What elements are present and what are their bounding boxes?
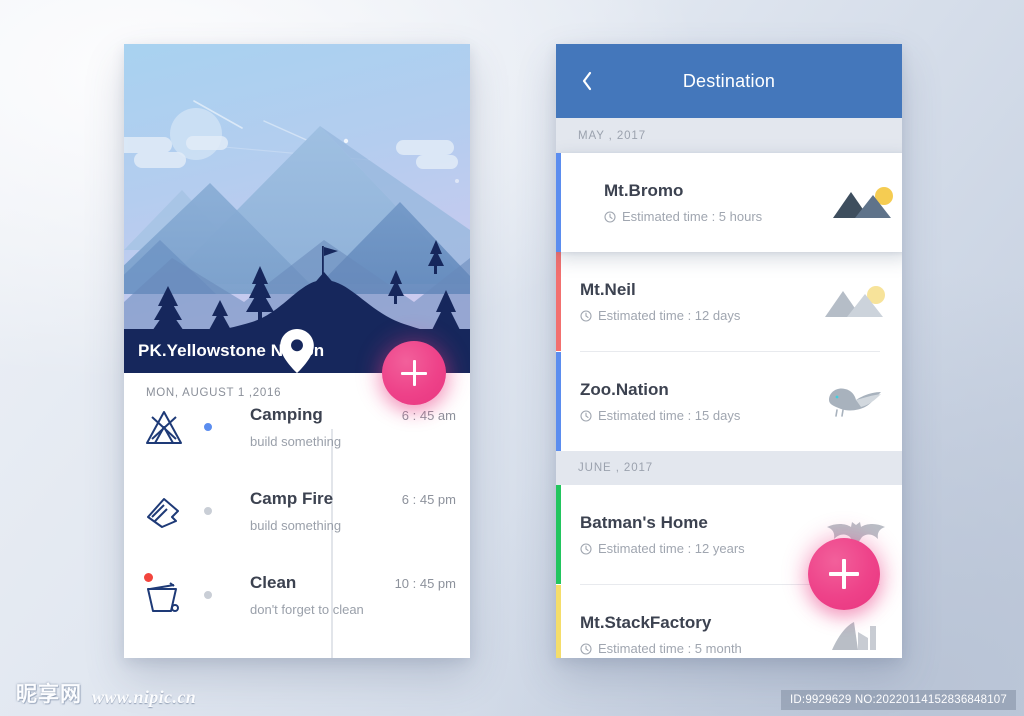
back-button[interactable] — [570, 44, 604, 118]
timeline-time: 6 : 45 pm — [401, 492, 456, 507]
timeline-subtitle: don't forget to clean — [250, 602, 364, 617]
timeline-row-clean[interactable]: Clean 10 : 45 pm don't forget to clean — [124, 567, 470, 651]
category-color-bar — [556, 252, 561, 351]
destination-estimate: Estimated time : 5 hours — [622, 209, 763, 224]
plus-icon — [412, 360, 416, 386]
mountain-sun-icon — [818, 186, 902, 220]
chevron-left-icon — [582, 71, 592, 91]
timeline-dot — [202, 505, 214, 517]
trash-bin-icon — [142, 567, 200, 615]
timeline-row-camping[interactable]: Camping 6 : 45 am build something — [124, 399, 470, 483]
destination-header: Destination — [556, 44, 902, 118]
image-id-bar: ID:9929629 NO:20220114152836848107 — [781, 690, 1016, 710]
mountain-sun-light-icon — [810, 285, 902, 319]
campfire-icon — [142, 483, 200, 531]
destination-estimate: Estimated time : 12 years — [598, 541, 745, 556]
clock-icon — [604, 210, 616, 223]
timeline-row-camp-fire[interactable]: Camp Fire 6 : 45 pm build something — [124, 483, 470, 567]
destination-name: Mt.Neil — [580, 280, 636, 299]
plus-icon — [842, 559, 846, 589]
watermark-logo-text: 昵享网 — [16, 682, 82, 706]
category-color-bar — [556, 585, 561, 658]
add-button-right[interactable] — [808, 538, 880, 610]
destination-estimate: Estimated time : 12 days — [598, 308, 741, 323]
timeline-title: Camp Fire — [250, 489, 334, 508]
month-header-june: JUNE , 2017 — [556, 450, 902, 485]
timeline-time: 6 : 45 am — [401, 408, 456, 423]
destination-item-mt-bromo[interactable]: Mt.Bromo Estimated time : 5 hours — [556, 153, 902, 252]
timeline-title: Leave — [250, 657, 396, 658]
mountain-scene-svg — [124, 44, 470, 373]
clock-icon — [580, 409, 592, 422]
category-color-bar — [556, 485, 561, 584]
destination-estimate: Estimated time : 5 month — [598, 641, 742, 656]
destination-list-may: Mt.Bromo Estimated time : 5 hours Mt.Nei… — [556, 153, 902, 451]
factory-icon — [810, 618, 902, 652]
timeline-subtitle: build something — [250, 518, 342, 533]
destination-title: Destination — [682, 70, 776, 91]
category-color-bar — [556, 153, 561, 252]
clock-icon — [580, 542, 592, 555]
watermark-url: www.nipic.cn — [92, 687, 197, 707]
category-color-bar — [556, 352, 561, 451]
bird-icon — [810, 384, 902, 420]
add-button-left[interactable] — [382, 341, 446, 405]
month-header-may: MAY , 2017 — [556, 118, 902, 153]
timeline-row-leave[interactable]: Leave 11 : 45 pm — [124, 651, 470, 658]
destination-estimate: Estimated time : 15 days — [598, 408, 741, 423]
clock-icon — [580, 309, 592, 322]
destination-item-mt-neil[interactable]: Mt.Neil Estimated time : 12 days — [556, 252, 902, 351]
hero-illustration: PK.Yellowstone Nation — [124, 44, 470, 373]
timeline-dot — [202, 421, 214, 433]
destination-name: Mt.StackFactory — [580, 613, 712, 632]
timeline-title: Camping — [250, 405, 323, 424]
destination-item-zoo-nation[interactable]: Zoo.Nation Estimated time : 15 days — [556, 352, 902, 451]
destination-name: Batman's Home — [580, 513, 708, 532]
notification-badge-icon — [144, 573, 153, 582]
agenda-panel: MON, AUGUST 1 ,2016 Camping 6 : 45 am bu… — [124, 373, 470, 658]
timeline-dot — [202, 589, 214, 601]
destination-name: Mt.Bromo — [604, 181, 684, 200]
timeline-subtitle: build something — [250, 434, 342, 449]
watermark: 昵享网 www.nipic.cn — [16, 678, 196, 708]
timeline-title: Clean — [250, 573, 297, 592]
clock-icon — [580, 642, 592, 655]
tent-icon — [142, 399, 200, 447]
destination-name: Zoo.Nation — [580, 380, 669, 399]
boot-icon — [142, 651, 200, 658]
timeline-time: 10 : 45 pm — [394, 576, 456, 591]
